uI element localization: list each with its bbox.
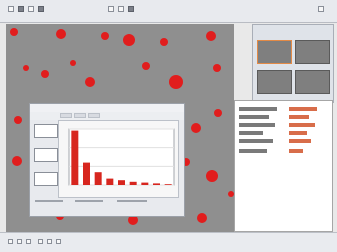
histogram-bar <box>164 184 172 185</box>
highlight-particle <box>101 32 109 40</box>
property-row[interactable] <box>239 139 327 145</box>
property-value <box>289 149 303 153</box>
grid-icon[interactable] <box>108 6 114 12</box>
highlight-particle <box>14 116 22 124</box>
dialog-tab[interactable] <box>88 113 100 118</box>
histogram-bar <box>94 172 102 185</box>
property-label <box>239 123 275 127</box>
highlight-particle <box>12 156 22 166</box>
zoom-in-icon[interactable] <box>38 239 43 244</box>
dialog-tabs <box>30 112 184 120</box>
histogram-bar <box>153 183 160 185</box>
footer-line <box>35 200 63 202</box>
histogram-bar <box>141 182 149 185</box>
highlight-particle <box>10 28 18 36</box>
highlight-particle <box>169 75 183 89</box>
fit-icon[interactable] <box>56 239 61 244</box>
highlight-particle <box>197 213 207 223</box>
thumbnail-panel <box>252 24 334 103</box>
property-row[interactable] <box>239 107 327 113</box>
stop-icon[interactable] <box>26 239 31 244</box>
dialog-tab[interactable] <box>74 113 86 118</box>
property-row[interactable] <box>239 115 327 121</box>
settings-icon[interactable] <box>118 6 124 12</box>
highlight-particle <box>214 109 222 117</box>
thumbnail-list <box>34 124 58 194</box>
histogram-bar <box>118 180 125 185</box>
property-label <box>239 149 267 153</box>
property-value <box>289 131 307 135</box>
histogram-bar <box>71 130 79 185</box>
image-canvas[interactable] <box>6 24 234 232</box>
layers-icon[interactable] <box>128 6 134 12</box>
help-icon[interactable] <box>318 6 324 12</box>
play-icon[interactable] <box>8 239 13 244</box>
application-window <box>0 0 337 252</box>
histogram-bar <box>106 178 114 185</box>
property-value <box>289 139 311 143</box>
footer-line <box>75 200 103 202</box>
property-value <box>289 123 315 127</box>
property-row[interactable] <box>239 123 327 129</box>
property-value <box>289 107 317 111</box>
highlight-particle <box>123 34 135 46</box>
highlight-particle <box>23 65 29 71</box>
highlight-particle <box>56 29 66 39</box>
thumbnail-2[interactable] <box>295 40 330 64</box>
measure-icon[interactable] <box>38 6 44 12</box>
property-label <box>239 139 273 143</box>
highlight-particle <box>206 170 218 182</box>
properties-panel <box>234 100 333 232</box>
histogram-bar <box>83 162 90 185</box>
highlight-particle <box>70 60 76 66</box>
histogram-chart <box>68 128 175 186</box>
top-toolbar <box>0 0 337 23</box>
highlight-particle <box>206 31 216 41</box>
image-icon[interactable] <box>8 6 14 12</box>
highlight-particle <box>41 70 49 78</box>
property-label <box>239 107 277 111</box>
thumbnail-3[interactable] <box>257 70 292 94</box>
property-label <box>239 131 263 135</box>
highlight-particle <box>85 77 95 87</box>
status-bar <box>0 232 337 252</box>
zoom-out-icon[interactable] <box>47 239 52 244</box>
property-row[interactable] <box>239 131 327 137</box>
list-item[interactable] <box>34 172 58 186</box>
pause-icon[interactable] <box>17 239 22 244</box>
dialog-tab[interactable] <box>60 113 72 118</box>
property-label <box>239 115 269 119</box>
analysis-dialog[interactable] <box>29 103 185 217</box>
footer-line <box>117 200 147 202</box>
property-row[interactable] <box>239 149 327 155</box>
highlight-particle <box>213 64 221 72</box>
histogram-window <box>58 120 179 198</box>
highlight-particle <box>160 38 168 46</box>
list-item[interactable] <box>34 148 58 162</box>
histogram-bar <box>129 181 137 185</box>
dialog-footer <box>35 200 181 212</box>
highlight-particle <box>191 123 201 133</box>
zoom-icon[interactable] <box>28 6 34 12</box>
thumbnail-4[interactable] <box>295 70 330 94</box>
list-item[interactable] <box>34 124 58 138</box>
highlight-particle <box>142 62 150 70</box>
camera-icon[interactable] <box>18 6 24 12</box>
property-value <box>289 115 309 119</box>
thumbnail-1[interactable] <box>257 40 292 64</box>
